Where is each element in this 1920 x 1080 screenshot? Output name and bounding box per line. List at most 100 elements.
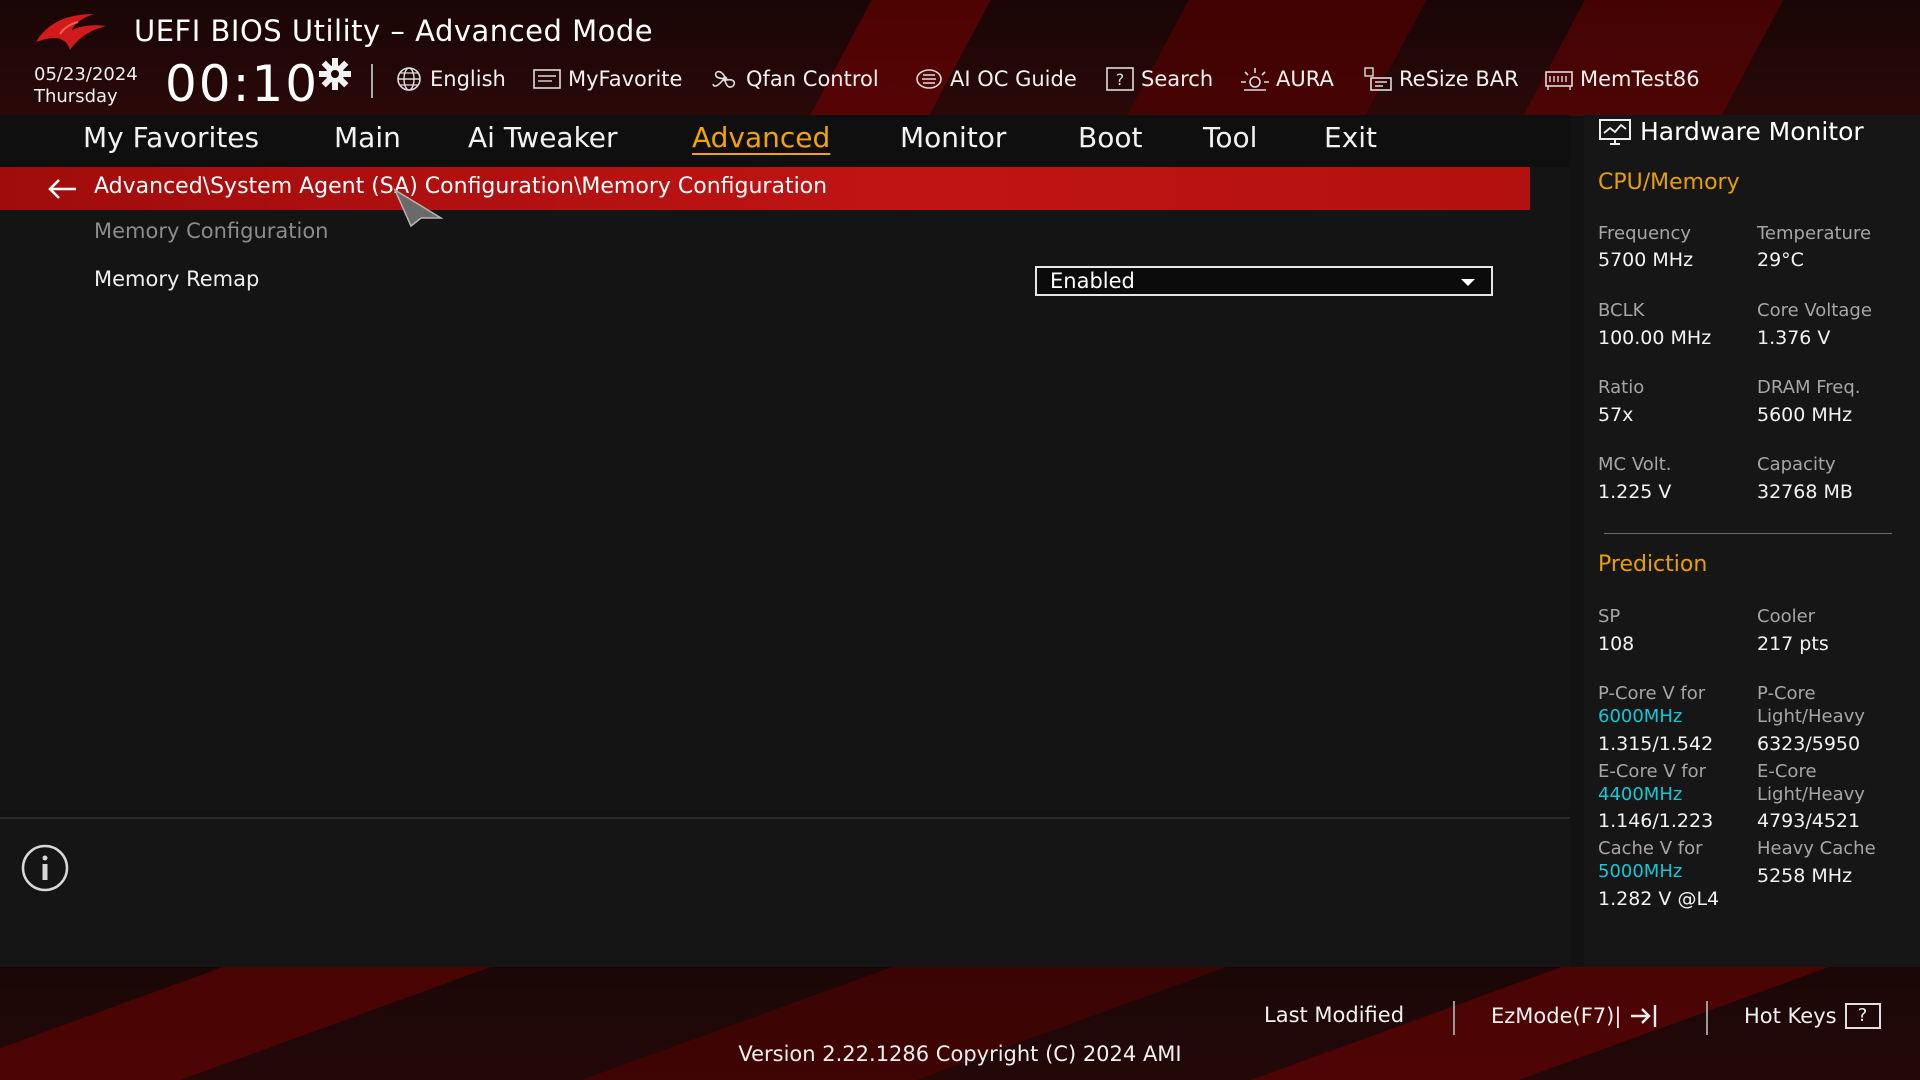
- menu-tab-advanced[interactable]: Advanced: [692, 121, 830, 154]
- date-display: 05/23/2024: [34, 64, 138, 85]
- hw-bclk-label: BCLK: [1598, 300, 1645, 321]
- menu-tab-monitor[interactable]: Monitor: [900, 121, 1006, 154]
- toolbar-memtest86[interactable]: MemTest86: [1544, 64, 1700, 94]
- hw-pcore-v-label: P-Core V for: [1598, 683, 1706, 704]
- hw-temperature-label: Temperature: [1757, 223, 1872, 244]
- ai-guide-icon: [916, 69, 942, 89]
- menu-tab-tool[interactable]: Tool: [1203, 121, 1257, 154]
- help-info-panel: [0, 817, 1570, 969]
- hw-heavy-cache-value: 5258 MHz: [1757, 865, 1853, 887]
- hw-pcore-lh-value: 6323/5950: [1757, 733, 1861, 755]
- menu-tab-my-favorites[interactable]: My Favorites: [83, 121, 259, 154]
- svg-text:?: ?: [1116, 70, 1125, 89]
- toolbar-english[interactable]: English: [394, 64, 506, 94]
- favorite-icon: [533, 69, 561, 89]
- setting-row-memory-remap[interactable]: Memory Remap Enabled: [0, 257, 1530, 307]
- hw-mc-volt-label: MC Volt.: [1598, 454, 1672, 475]
- toolbar-separator: [371, 64, 373, 98]
- toolbar-search-label: Search: [1141, 67, 1214, 91]
- menu-tab-exit[interactable]: Exit: [1324, 121, 1377, 154]
- hw-divider: [1604, 533, 1892, 534]
- hw-temperature-value: 29°C: [1757, 249, 1804, 271]
- menu-tab-boot[interactable]: Boot: [1078, 121, 1142, 154]
- toolbar-search[interactable]: ? Search: [1105, 64, 1213, 94]
- toolbar-myfavorite[interactable]: MyFavorite: [532, 64, 682, 94]
- toolbar-aura-label: AURA: [1276, 67, 1334, 91]
- hw-cooler-value: 217 pts: [1757, 633, 1829, 655]
- memory-remap-dropdown[interactable]: Enabled: [1035, 266, 1493, 296]
- hw-heavy-cache-label: Heavy Cache: [1757, 838, 1876, 859]
- breadcrumb-path: Advanced\System Agent (SA) Configuration…: [94, 174, 828, 199]
- clock-display[interactable]: 00:10: [165, 54, 319, 114]
- hw-ecore-v-freq: 4400MHz: [1598, 784, 1683, 805]
- toolbar-ai-oc-guide[interactable]: AI OC Guide: [914, 64, 1077, 94]
- footer-separator: [1453, 1001, 1455, 1035]
- hw-core-voltage-label: Core Voltage: [1757, 300, 1872, 321]
- footer-separator: [1706, 1001, 1708, 1035]
- hw-ecore-lh-value: 4793/4521: [1757, 810, 1861, 832]
- resize-bar-icon: [1364, 67, 1392, 91]
- ezmode-label: EzMode(F7)|: [1491, 1004, 1622, 1028]
- hw-frequency-value: 5700 MHz: [1598, 249, 1694, 271]
- footer-bar: Last Modified EzMode(F7)| Hot Keys ? Ver…: [0, 967, 1920, 1080]
- fan-icon: [712, 70, 736, 88]
- toolbar-qfan-control[interactable]: Qfan Control: [710, 64, 879, 94]
- hw-ecore-lh-label-2: Light/Heavy: [1757, 784, 1865, 805]
- hw-ecore-v-value: 1.146/1.223: [1598, 810, 1714, 832]
- search-icon: ?: [1106, 67, 1134, 91]
- hw-cache-v-label: Cache V for: [1598, 838, 1703, 859]
- main-menu-bar: My Favorites Main Ai Tweaker Advanced Mo…: [0, 115, 1570, 167]
- hw-ecore-v-label: E-Core V for: [1598, 761, 1707, 782]
- hw-pcore-lh-label: P-Core: [1757, 683, 1816, 704]
- gear-icon[interactable]: [318, 57, 352, 91]
- toolbar-qfan-label: Qfan Control: [746, 67, 879, 91]
- toolbar-english-label: English: [430, 67, 506, 91]
- aura-icon: [1241, 68, 1269, 91]
- hw-pcore-v-freq: 6000MHz: [1598, 706, 1683, 727]
- hw-mc-volt-value: 1.225 V: [1598, 481, 1672, 503]
- toolbar-resize-bar-label: ReSize BAR: [1399, 67, 1519, 91]
- prediction-heading: Prediction: [1598, 552, 1708, 577]
- hw-dram-freq-value: 5600 MHz: [1757, 404, 1853, 426]
- settings-panel: Advanced\System Agent (SA) Configuration…: [0, 167, 1570, 810]
- hw-cache-v-freq: 5000MHz: [1598, 861, 1683, 882]
- hw-pcore-v-value: 1.315/1.542: [1598, 733, 1714, 755]
- hw-sp-label: SP: [1598, 606, 1621, 627]
- ezmode-button[interactable]: EzMode(F7)|: [1491, 1003, 1659, 1029]
- menu-tab-ai-tweaker[interactable]: Ai Tweaker: [468, 121, 618, 154]
- hw-core-voltage-value: 1.376 V: [1757, 327, 1831, 349]
- hw-ecore-lh-label: E-Core: [1757, 761, 1817, 782]
- section-title: Memory Configuration: [94, 219, 329, 243]
- toolbar-ai-oc-guide-label: AI OC Guide: [950, 67, 1077, 91]
- hw-dram-freq-label: DRAM Freq.: [1757, 377, 1861, 398]
- toolbar-memtest86-label: MemTest86: [1580, 67, 1700, 91]
- toolbar-aura[interactable]: AURA: [1240, 64, 1334, 94]
- hw-capacity-label: Capacity: [1757, 454, 1836, 475]
- toolbar-resize-bar[interactable]: ReSize BAR: [1363, 64, 1519, 94]
- chevron-down-icon: [1461, 279, 1475, 286]
- memory-remap-label: Memory Remap: [94, 267, 260, 291]
- app-title: UEFI BIOS Utility – Advanced Mode: [134, 14, 654, 48]
- breadcrumb: Advanced\System Agent (SA) Configuration…: [0, 167, 1530, 210]
- hw-bclk-value: 100.00 MHz: [1598, 327, 1712, 349]
- monitor-icon: [1599, 118, 1631, 145]
- exit-arrow-icon: [1631, 1005, 1657, 1027]
- hw-ratio-label: Ratio: [1598, 377, 1645, 398]
- hw-ratio-value: 57x: [1598, 404, 1634, 426]
- hot-keys-button[interactable]: Hot Keys ?: [1744, 1003, 1881, 1029]
- last-modified-button[interactable]: Last Modified: [1264, 1003, 1404, 1027]
- rog-logo-icon: [36, 14, 106, 50]
- globe-icon: [397, 67, 421, 91]
- hw-capacity-value: 32768 MB: [1757, 481, 1853, 503]
- menu-tab-main[interactable]: Main: [334, 121, 401, 154]
- hot-keys-label: Hot Keys: [1744, 1004, 1837, 1028]
- memory-remap-value: Enabled: [1050, 269, 1135, 293]
- cpu-memory-heading: CPU/Memory: [1598, 170, 1740, 195]
- version-text: Version 2.22.1286 Copyright (C) 2024 AMI: [738, 1042, 1182, 1066]
- info-icon: [21, 844, 69, 892]
- back-arrow-icon[interactable]: [46, 177, 78, 201]
- toolbar-myfavorite-label: MyFavorite: [568, 67, 683, 91]
- help-icon: ?: [1844, 1003, 1881, 1029]
- memtest-icon: [1545, 71, 1573, 90]
- last-modified-label: Last Modified: [1264, 1003, 1405, 1027]
